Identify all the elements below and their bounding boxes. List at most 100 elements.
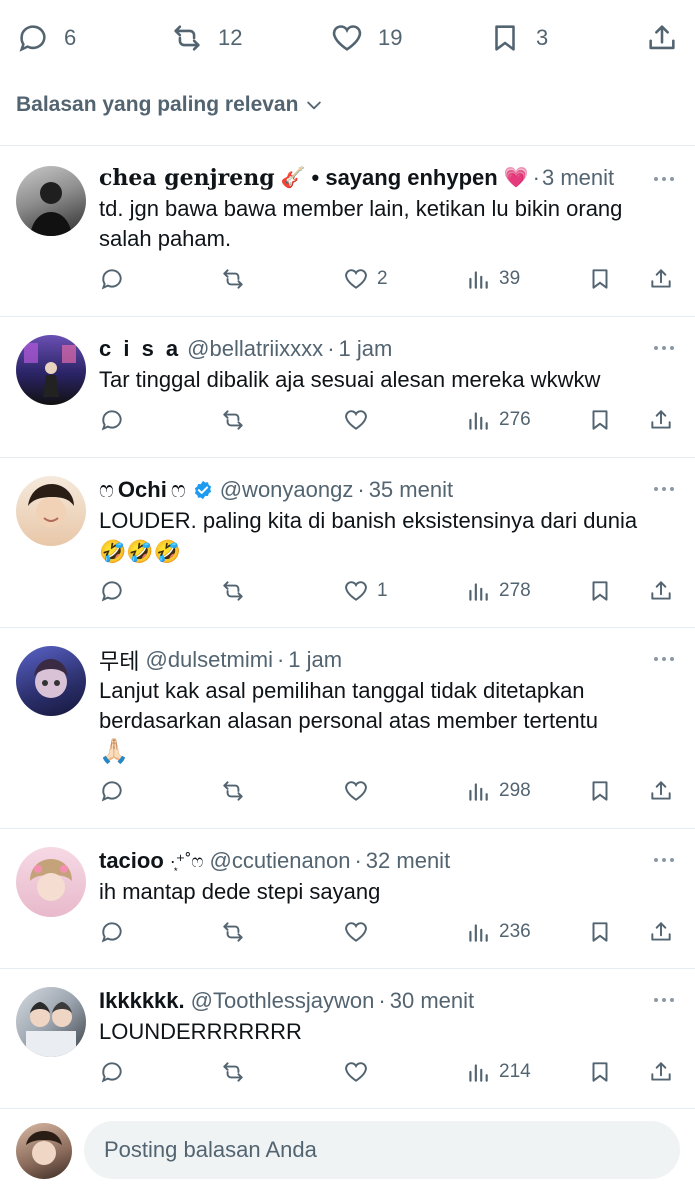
- reply-header: chea genjreng 🎸 • sayang enhypen 💗 · 3 m…: [99, 162, 675, 194]
- user-handle[interactable]: @ccutienanon: [209, 848, 350, 874]
- avatar[interactable]: [16, 646, 86, 716]
- more-options-button[interactable]: [649, 474, 679, 504]
- reply-actions: 1 278: [99, 576, 679, 606]
- share-button[interactable]: [648, 405, 674, 435]
- display-name[interactable]: c i s a: [99, 336, 181, 362]
- views-button[interactable]: 214: [465, 1057, 531, 1087]
- like-button[interactable]: 2: [343, 264, 388, 294]
- more-options-button[interactable]: [649, 845, 679, 875]
- more-options-button[interactable]: [649, 164, 679, 194]
- avatar[interactable]: [16, 847, 86, 917]
- bookmark-button[interactable]: [587, 405, 613, 435]
- reply-button[interactable]: [99, 776, 125, 806]
- heart-icon: [345, 269, 367, 289]
- share-icon: [651, 922, 671, 941]
- avatar[interactable]: [16, 476, 86, 546]
- timestamp[interactable]: 1 jam: [288, 647, 342, 673]
- repost-button[interactable]: [220, 576, 246, 606]
- reply-text: ih mantap dede stepi sayang: [99, 879, 381, 904]
- display-name[interactable]: tacioo: [99, 848, 164, 874]
- reply-sort-selector[interactable]: Balasan yang paling relevan: [16, 90, 324, 120]
- like-count: 1: [377, 580, 388, 601]
- reply-icon: [101, 781, 122, 802]
- like-button[interactable]: [343, 1057, 377, 1087]
- reply-count: 6: [64, 25, 77, 50]
- like-button[interactable]: [343, 917, 377, 947]
- repost-button[interactable]: [220, 917, 246, 947]
- views-icon: [469, 1064, 488, 1082]
- share-button[interactable]: [648, 917, 674, 947]
- views-button[interactable]: 236: [465, 917, 531, 947]
- name-emoji: 💗: [503, 167, 529, 189]
- reply-button[interactable]: [99, 264, 125, 294]
- reply-input[interactable]: Posting balasan Anda: [84, 1121, 680, 1179]
- like-button[interactable]: 1: [343, 576, 388, 606]
- timestamp[interactable]: 3 menit: [542, 165, 614, 191]
- views-button[interactable]: 298: [465, 776, 531, 806]
- timestamp[interactable]: 1 jam: [339, 336, 393, 362]
- reply-item[interactable]: chea genjreng 🎸 • sayang enhypen 💗 · 3 m…: [0, 146, 695, 316]
- share-button[interactable]: [648, 1057, 674, 1087]
- share-button[interactable]: [648, 776, 674, 806]
- display-name[interactable]: Ochi: [118, 477, 167, 503]
- compose-reply-bar: Posting balasan Anda: [0, 1108, 695, 1200]
- repost-icon: [223, 410, 243, 430]
- reply-actions: 276: [99, 405, 679, 435]
- reply-button[interactable]: [99, 405, 125, 435]
- bookmark-button[interactable]: [587, 1057, 613, 1087]
- repost-button[interactable]: [220, 405, 246, 435]
- avatar-image: [30, 182, 72, 236]
- views-button[interactable]: 276: [465, 405, 531, 435]
- like-button[interactable]: [343, 405, 377, 435]
- reply-button[interactable]: [99, 576, 125, 606]
- display-name[interactable]: 무테: [99, 644, 139, 676]
- reply-item[interactable]: c i s a @bellatriixxxx · 1 jam Tar tingg…: [0, 317, 695, 457]
- reply-item[interactable]: Ikkkkkk. @Toothlessjaywon · 30 menit LOU…: [0, 969, 695, 1109]
- timestamp[interactable]: 35 menit: [369, 477, 453, 503]
- like-action[interactable]: 19: [330, 20, 402, 56]
- like-button[interactable]: [343, 776, 377, 806]
- views-button[interactable]: 39: [465, 264, 520, 294]
- reply-item[interactable]: 무테 @dulsetmimi · 1 jam Lanjut kak asal p…: [0, 628, 695, 828]
- share-button[interactable]: [648, 264, 674, 294]
- repost-button[interactable]: [220, 1057, 246, 1087]
- avatar[interactable]: [16, 166, 86, 236]
- repost-icon: [223, 922, 243, 942]
- bookmark-button[interactable]: [587, 776, 613, 806]
- reply-item[interactable]: tacioo ·͙⁺˚ෆ @ccutienanon · 32 menit ih …: [0, 829, 695, 969]
- repost-button[interactable]: [220, 776, 246, 806]
- more-options-button[interactable]: [649, 644, 679, 674]
- bookmark-button[interactable]: [587, 917, 613, 947]
- reply-button[interactable]: [99, 917, 125, 947]
- avatar[interactable]: [16, 987, 86, 1057]
- display-name[interactable]: Ikkkkkk.: [99, 988, 185, 1014]
- views-button[interactable]: 278: [465, 576, 531, 606]
- share-action[interactable]: [645, 20, 679, 56]
- current-user-avatar[interactable]: [16, 1123, 72, 1179]
- display-name[interactable]: chea genjreng: [99, 165, 275, 191]
- reply-button[interactable]: [99, 1057, 125, 1087]
- bookmark-action[interactable]: 3: [488, 20, 548, 56]
- repost-action[interactable]: 12: [170, 20, 242, 56]
- more-options-button[interactable]: [649, 333, 679, 363]
- avatar[interactable]: [16, 335, 86, 405]
- timestamp[interactable]: 32 menit: [366, 848, 450, 874]
- user-handle[interactable]: @bellatriixxxx: [187, 336, 323, 362]
- reply-item[interactable]: ෆ Ochi ෆ @wonyaongz · 35 menit LOUDER. p…: [0, 458, 695, 628]
- reply-action[interactable]: 6: [16, 20, 76, 56]
- share-button[interactable]: [648, 576, 674, 606]
- repost-icon: [174, 25, 200, 51]
- name-emoji: 🎸: [280, 167, 306, 189]
- bookmark-button[interactable]: [587, 576, 613, 606]
- user-handle[interactable]: @dulsetmimi: [145, 647, 272, 673]
- avatar-image: [24, 343, 76, 397]
- user-handle[interactable]: @wonyaongz: [220, 477, 354, 503]
- bookmark-icon: [592, 581, 608, 601]
- timestamp[interactable]: 30 menit: [390, 988, 474, 1014]
- view-count: 276: [499, 409, 531, 430]
- user-handle[interactable]: @Toothlessjaywon: [191, 988, 375, 1014]
- bookmark-button[interactable]: [587, 264, 613, 294]
- repost-button[interactable]: [220, 264, 246, 294]
- name-decoration: ·͙⁺˚ෆ: [169, 850, 204, 871]
- more-options-button[interactable]: [649, 985, 679, 1015]
